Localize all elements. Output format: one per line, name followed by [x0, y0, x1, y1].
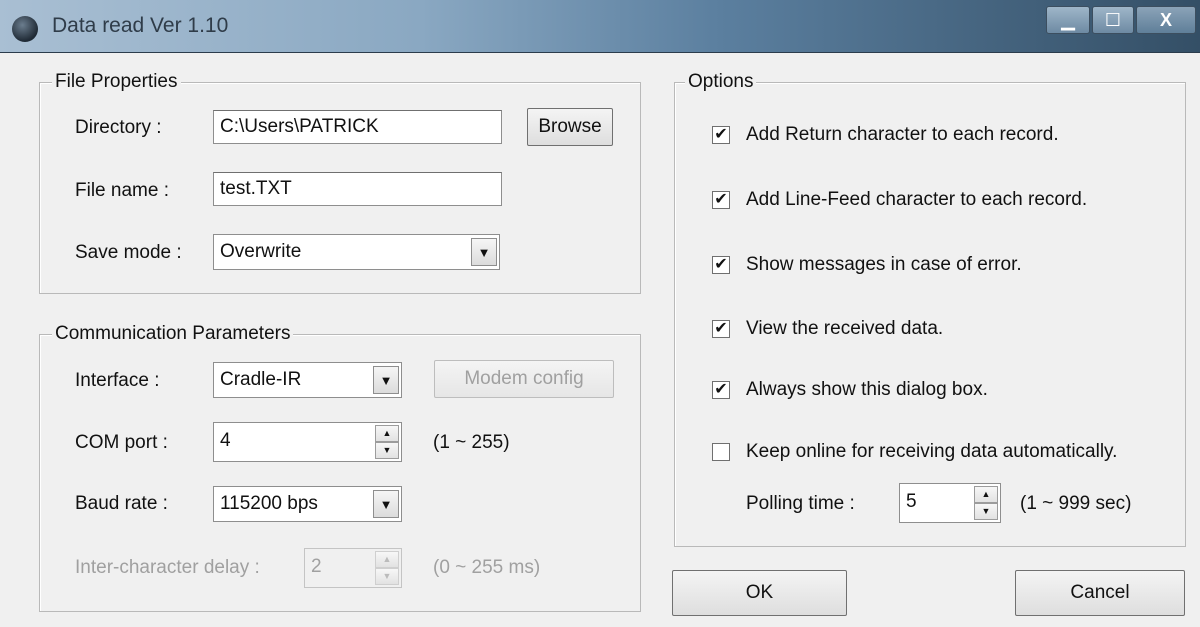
ok-button[interactable]: OK	[672, 570, 847, 616]
spin-up-icon[interactable]: ▲	[375, 425, 399, 442]
file-properties-legend: File Properties	[52, 71, 181, 93]
directory-label: Directory :	[75, 117, 162, 138]
chevron-down-icon[interactable]: ▼	[373, 366, 399, 394]
options-legend: Options	[685, 71, 757, 93]
baudrate-label: Baud rate :	[75, 493, 168, 514]
checkbox[interactable]: ✔	[712, 256, 730, 274]
close-icon: X	[1159, 9, 1172, 30]
comport-range: (1 ~ 255)	[433, 432, 510, 453]
option-label: Always show this dialog box.	[746, 379, 988, 400]
option-label: Add Line-Feed character to each record.	[746, 189, 1088, 210]
interface-label: Interface :	[75, 370, 160, 391]
directory-input[interactable]: C:\Users\PATRICK	[213, 110, 502, 144]
options-group: Options	[674, 71, 1186, 547]
checkbox[interactable]: ✔	[712, 191, 730, 209]
savemode-select[interactable]: Overwrite ▼	[213, 234, 500, 270]
delay-value: 2	[311, 556, 322, 577]
checkbox[interactable]	[712, 443, 730, 461]
baudrate-select[interactable]: 115200 bps ▼	[213, 486, 402, 522]
cancel-button[interactable]: Cancel	[1015, 570, 1185, 616]
spin-up-icon[interactable]: ▲	[974, 486, 998, 503]
chevron-down-icon[interactable]: ▼	[373, 490, 399, 518]
minimize-icon: ▁	[1061, 9, 1075, 30]
baudrate-value: 115200 bps	[220, 493, 318, 514]
polling-range: (1 ~ 999 sec)	[1020, 493, 1132, 514]
modem-config-button[interactable]: Modem config	[434, 360, 614, 398]
spin-up-icon[interactable]: ▲	[375, 551, 399, 568]
option-label: View the received data.	[746, 318, 944, 339]
comport-stepper[interactable]: 4 ▲ ▼	[213, 422, 402, 462]
savemode-label: Save mode :	[75, 242, 182, 263]
app-icon	[12, 16, 38, 42]
polling-value: 5	[906, 491, 917, 512]
interface-select[interactable]: Cradle-IR ▼	[213, 362, 402, 398]
spin-down-icon[interactable]: ▼	[974, 503, 998, 520]
interface-value: Cradle-IR	[220, 369, 302, 390]
browse-button[interactable]: Browse	[527, 108, 613, 146]
checkbox[interactable]: ✔	[712, 126, 730, 144]
checkbox[interactable]: ✔	[712, 320, 730, 338]
minimize-button[interactable]: ▁	[1046, 6, 1090, 34]
spin-down-icon[interactable]: ▼	[375, 568, 399, 585]
title-bar[interactable]: Data read Ver 1.10 ▁ ☐ X	[0, 0, 1200, 53]
option-label: Add Return character to each record.	[746, 124, 1059, 145]
communication-legend: Communication Parameters	[52, 323, 294, 345]
polling-stepper[interactable]: 5 ▲ ▼	[899, 483, 1001, 523]
comport-label: COM port :	[75, 432, 168, 453]
delay-label: Inter-character delay :	[75, 557, 260, 578]
delay-range: (0 ~ 255 ms)	[433, 557, 541, 578]
filename-input[interactable]: test.TXT	[213, 172, 502, 206]
option-label: Keep online for receiving data automatic…	[746, 441, 1118, 462]
close-button[interactable]: X	[1136, 6, 1196, 34]
spin-down-icon[interactable]: ▼	[375, 442, 399, 459]
maximize-icon: ☐	[1104, 9, 1122, 30]
checkbox[interactable]: ✔	[712, 381, 730, 399]
window-title: Data read Ver 1.10	[52, 14, 229, 37]
savemode-value: Overwrite	[220, 241, 302, 262]
maximize-button[interactable]: ☐	[1092, 6, 1134, 34]
filename-label: File name :	[75, 180, 169, 201]
option-label: Show messages in case of error.	[746, 254, 1022, 275]
polling-label: Polling time :	[746, 493, 855, 514]
chevron-down-icon[interactable]: ▼	[471, 238, 497, 266]
delay-stepper[interactable]: 2 ▲ ▼	[304, 548, 402, 588]
comport-value: 4	[220, 430, 231, 451]
